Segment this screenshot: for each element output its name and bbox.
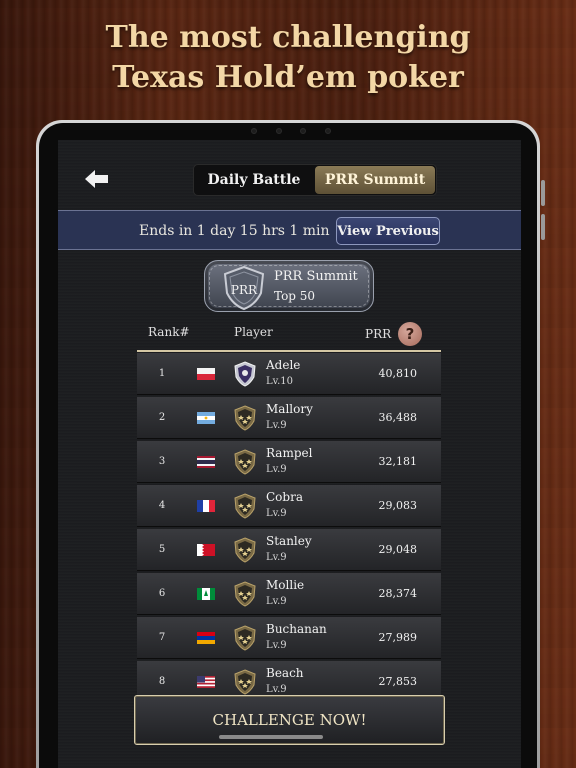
prr-summit-badge: PRR PRR Summit Top 50 bbox=[204, 260, 374, 312]
tablet-bezel: Daily Battle PRR Summit Ends in 1 day 15… bbox=[39, 123, 537, 768]
rank-number: 3 bbox=[158, 456, 166, 467]
tier-shield-icon bbox=[234, 449, 256, 475]
prr-score: 36,488 bbox=[378, 411, 418, 424]
poland-flag-icon bbox=[197, 368, 215, 380]
player-level: Lv.9 bbox=[266, 640, 287, 651]
leaderboard-table: 1 Adele Lv.10 40,810 2 Mallory Lv.9 36,488 3 Ramp… bbox=[137, 350, 441, 703]
player-name: Mollie bbox=[266, 578, 305, 592]
help-icon[interactable]: ? bbox=[398, 322, 422, 346]
player-name: Cobra bbox=[266, 490, 303, 504]
france-flag-icon bbox=[197, 500, 215, 512]
player-name: Adele bbox=[266, 358, 301, 372]
side-button bbox=[541, 214, 545, 240]
player-name: Beach bbox=[266, 666, 304, 680]
headline-line-1: The most challenging bbox=[105, 20, 471, 55]
norfolk-island-flag-icon bbox=[197, 588, 215, 600]
tier-shield-icon bbox=[234, 581, 256, 607]
thailand-flag-icon bbox=[197, 456, 215, 468]
tab-bar: Daily Battle PRR Summit bbox=[193, 164, 437, 196]
tab-daily-battle[interactable]: Daily Battle bbox=[194, 165, 314, 195]
column-prr: PRR bbox=[365, 327, 392, 341]
armenia-flag-icon bbox=[197, 632, 215, 644]
tier-shield-icon bbox=[234, 537, 256, 563]
side-button bbox=[541, 180, 545, 206]
column-player: Player bbox=[234, 325, 273, 339]
prr-score: 28,374 bbox=[378, 587, 418, 600]
leaderboard-row[interactable]: 3 Rampel Lv.9 32,181 bbox=[137, 441, 441, 483]
player-name: Stanley bbox=[266, 534, 312, 548]
leaderboard-row[interactable]: 4 Cobra Lv.9 29,083 bbox=[137, 485, 441, 527]
rank-number: 6 bbox=[158, 588, 166, 599]
player-level: Lv.9 bbox=[266, 552, 287, 563]
leaderboard-row[interactable]: 6 Mollie Lv.9 28,374 bbox=[137, 573, 441, 615]
back-arrow-icon[interactable] bbox=[84, 168, 110, 190]
player-level: Lv.9 bbox=[266, 420, 287, 431]
bahrain-flag-icon bbox=[197, 544, 215, 556]
leaderboard-row[interactable]: 5 Stanley Lv.9 29,048 bbox=[137, 529, 441, 571]
tier-shield-icon bbox=[234, 669, 256, 695]
prr-shield-icon: PRR bbox=[223, 265, 265, 311]
player-level: Lv.9 bbox=[266, 464, 287, 475]
badge-title: PRR Summit bbox=[274, 269, 358, 284]
tier-shield-icon bbox=[234, 405, 256, 431]
tab-prr-summit[interactable]: PRR Summit bbox=[315, 166, 435, 194]
camera-bar bbox=[251, 127, 331, 135]
player-name: Buchanan bbox=[266, 622, 327, 636]
player-name: Rampel bbox=[266, 446, 313, 460]
tier-shield-icon bbox=[234, 625, 256, 651]
rank-number: 4 bbox=[158, 500, 166, 511]
leaderboard-row[interactable]: 7 Buchanan Lv.9 27,989 bbox=[137, 617, 441, 659]
player-level: Lv.10 bbox=[266, 376, 294, 387]
prr-score: 40,810 bbox=[378, 367, 418, 380]
prr-score: 29,083 bbox=[378, 499, 418, 512]
player-level: Lv.9 bbox=[266, 508, 287, 519]
rank-number: 7 bbox=[158, 632, 166, 643]
column-rank: Rank# bbox=[148, 325, 190, 339]
tier-shield-icon bbox=[234, 361, 256, 387]
countdown-banner: Ends in 1 day 15 hrs 1 min View Previous bbox=[58, 210, 521, 250]
leaderboard-row[interactable]: 1 Adele Lv.10 40,810 bbox=[137, 353, 441, 395]
app-screen: Daily Battle PRR Summit Ends in 1 day 15… bbox=[58, 140, 521, 768]
headline: The most challenging Texas Hold’em poker bbox=[0, 18, 576, 98]
rank-number: 1 bbox=[158, 368, 166, 379]
tablet-frame: Daily Battle PRR Summit Ends in 1 day 15… bbox=[36, 120, 545, 768]
rank-number: 5 bbox=[158, 544, 166, 555]
player-level: Lv.9 bbox=[266, 596, 287, 607]
argentina-flag-icon bbox=[197, 412, 215, 424]
usa-flag-icon bbox=[197, 676, 215, 688]
headline-line-2: Texas Hold’em poker bbox=[112, 60, 464, 95]
player-name: Mallory bbox=[266, 402, 313, 416]
prr-score: 29,048 bbox=[378, 543, 418, 556]
countdown-text: Ends in 1 day 15 hrs 1 min bbox=[139, 223, 330, 239]
badge-subtitle: Top 50 bbox=[274, 289, 316, 303]
rank-number: 2 bbox=[158, 412, 166, 423]
svg-text:PRR: PRR bbox=[231, 283, 258, 297]
view-previous-button[interactable]: View Previous bbox=[336, 217, 440, 245]
home-indicator bbox=[219, 735, 323, 739]
prr-score: 32,181 bbox=[378, 455, 418, 468]
tier-shield-icon bbox=[234, 493, 256, 519]
leaderboard-row[interactable]: 2 Mallory Lv.9 36,488 bbox=[137, 397, 441, 439]
prr-score: 27,989 bbox=[378, 631, 418, 644]
player-level: Lv.9 bbox=[266, 684, 287, 695]
